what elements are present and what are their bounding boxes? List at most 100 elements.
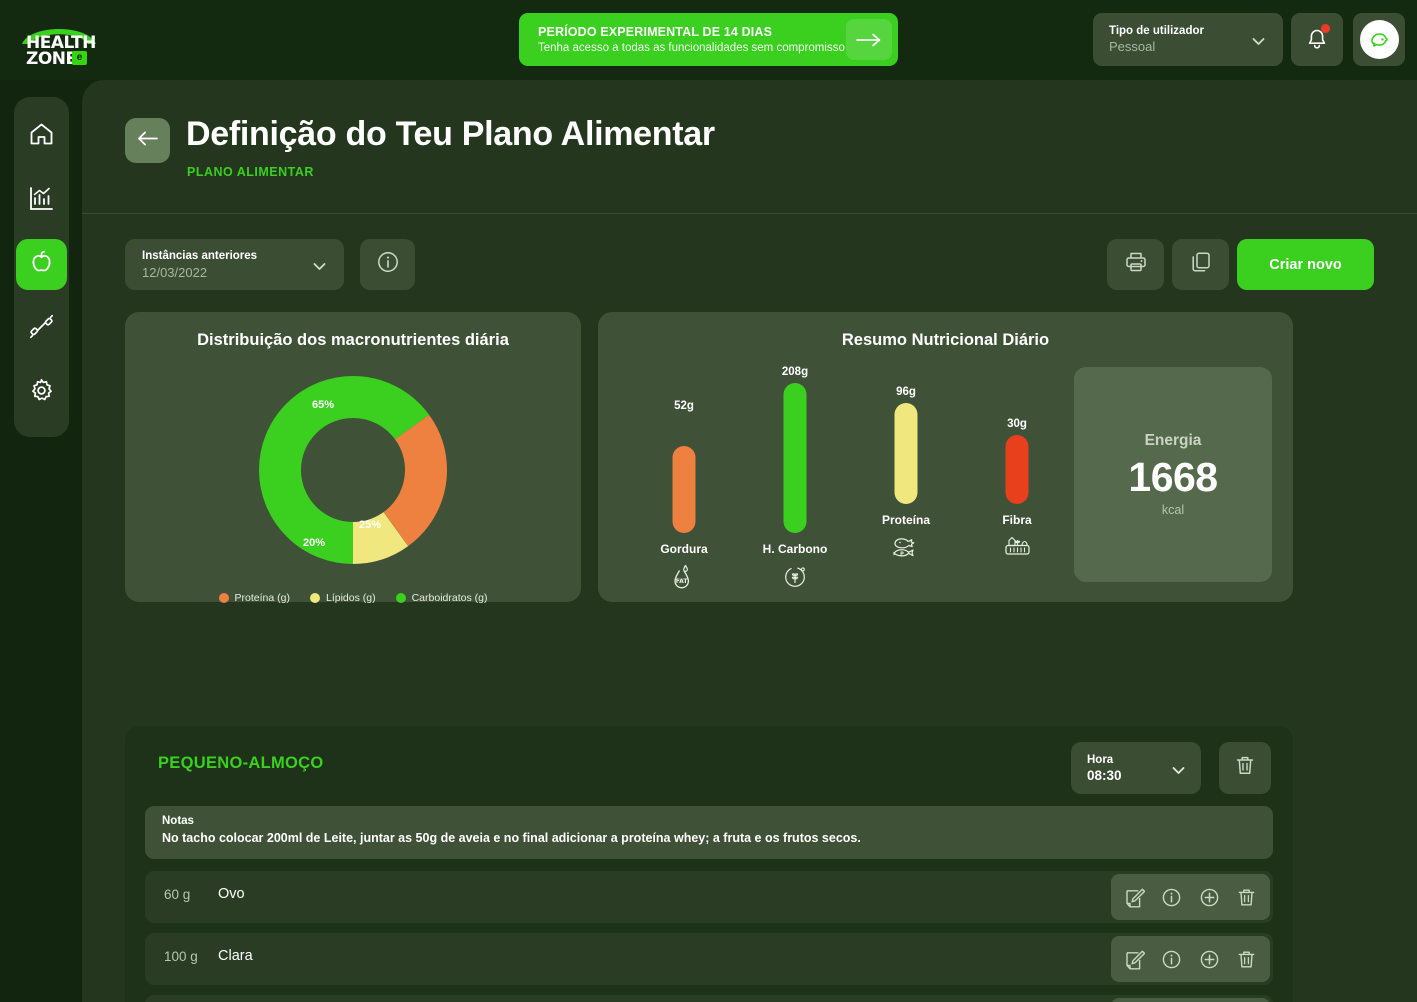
legend-item: Lípidos (g)	[309, 592, 376, 604]
fiber-vegetables-icon	[967, 534, 1067, 562]
table-row[interactable]: 60 g Ovo	[145, 871, 1273, 923]
page-title: Definição do Teu Plano Alimentar	[186, 115, 715, 153]
legend-item: Proteína (g)	[218, 592, 290, 604]
bar-value-gordura: 52g	[674, 400, 694, 412]
sidebar-item-nutrition[interactable]	[16, 239, 67, 290]
logo-text-zone: ZONE	[26, 49, 77, 69]
printer-icon	[1124, 250, 1148, 279]
donut-chart-legend: Proteína (g) Lípidos (g) Carboidratos (g…	[125, 592, 581, 604]
meal-notes[interactable]: Notas No tacho colocar 200ml de Leite, j…	[145, 806, 1273, 859]
chevron-down-icon	[313, 258, 326, 276]
food-quantity: 60 g	[164, 887, 191, 902]
sidebar-nav	[14, 97, 69, 437]
copy-button[interactable]	[1172, 239, 1229, 290]
toolbar: Instâncias anteriores 12/03/2022 Criar n…	[82, 214, 1417, 312]
svg-text:FAT: FAT	[676, 578, 689, 585]
energy-panel: Energia 1668 kcal	[1074, 367, 1272, 582]
plus-circle-icon[interactable]	[1199, 949, 1220, 970]
trash-icon	[1234, 754, 1256, 782]
donut-label-proteina: 25%	[359, 519, 382, 531]
info-circle-icon[interactable]	[1161, 949, 1182, 970]
bar-track	[856, 403, 956, 504]
legend-dot-proteina	[218, 593, 229, 603]
arrow-left-icon	[137, 131, 158, 151]
protein-meat-fish-icon: P	[856, 534, 956, 562]
summary-cards: Distribuição dos macronutrientes diária …	[82, 312, 1417, 608]
bar-value-proteina: 96g	[896, 386, 916, 398]
main-content: Definição do Teu Plano Alimentar PLANO A…	[82, 80, 1417, 1002]
trial-banner[interactable]: PERÍODO EXPERIMENTAL DE 14 DIAS Tenha ac…	[519, 13, 898, 66]
food-row-actions	[1111, 936, 1270, 982]
trial-banner-subtitle: Tenha acesso a todas as funcionalidades …	[538, 42, 845, 54]
notifications-button[interactable]	[1291, 13, 1343, 66]
delete-meal-button[interactable]	[1219, 742, 1271, 794]
meal-time-selector[interactable]: Hora 08:30	[1071, 742, 1201, 794]
gear-icon	[28, 377, 55, 409]
daily-nutrition-summary-card: Resumo Nutricional Diário 52g Gordura FA…	[598, 312, 1293, 602]
top-bar: HEALTH ZONE e PERÍODO EXPERIMENTAL DE 14…	[0, 0, 1417, 80]
print-button[interactable]	[1107, 239, 1164, 290]
bar-track	[745, 383, 845, 533]
meal-notes-text: No tacho colocar 200ml de Leite, juntar …	[162, 831, 861, 845]
sidebar-item-home[interactable]	[16, 111, 67, 162]
legend-item: Carboidratos (g)	[395, 592, 487, 604]
table-row[interactable]: 100 g Clara	[145, 933, 1273, 985]
bar-group-gordura: 52g Gordura FAT	[634, 400, 734, 591]
create-new-button[interactable]: Criar novo	[1237, 239, 1374, 290]
trial-banner-text: PERÍODO EXPERIMENTAL DE 14 DIAS Tenha ac…	[538, 25, 846, 54]
bar-chart: 52g Gordura FAT 208g H. Carbono 96g Prot…	[620, 366, 1080, 589]
user-type-selector[interactable]: Tipo de utilizador Pessoal	[1093, 13, 1283, 66]
plus-circle-icon[interactable]	[1199, 887, 1220, 908]
avatar-circle	[1359, 20, 1399, 59]
table-row[interactable]: 50 g Flocos de aveia	[145, 995, 1273, 1002]
previous-instances-selector[interactable]: Instâncias anteriores 12/03/2022	[125, 239, 344, 290]
apple-icon	[28, 249, 55, 281]
meal-title: PEQUENO-ALMOÇO	[158, 754, 324, 772]
info-circle-icon[interactable]	[1161, 887, 1182, 908]
notification-badge-dot	[1321, 24, 1330, 33]
sidebar-item-training[interactable]	[16, 303, 67, 354]
donut-label-lipidos: 20%	[303, 537, 326, 549]
sidebar-item-settings[interactable]	[16, 367, 67, 418]
bar-label-fibra: Fibra	[1002, 513, 1032, 527]
bar-fill-proteina	[894, 403, 918, 504]
food-row-actions	[1111, 998, 1270, 1002]
food-quantity: 100 g	[164, 949, 198, 964]
edit-icon[interactable]	[1124, 949, 1146, 970]
trash-icon[interactable]	[1236, 949, 1257, 970]
food-name: Clara	[218, 948, 253, 964]
donut-label-carboidratos: 65%	[312, 399, 335, 411]
bar-group-hcarbono: 208g H. Carbono	[745, 366, 845, 591]
copy-icon	[1189, 250, 1213, 279]
bar-fill-fibra	[1005, 435, 1029, 504]
home-icon	[28, 121, 55, 153]
donut-chart: 65% 25% 20%	[257, 374, 449, 566]
energy-label: Energia	[1144, 432, 1202, 449]
chevron-down-icon	[1252, 33, 1265, 51]
legend-dot-lipidos	[309, 593, 320, 603]
legend-label-proteina: Proteína (g)	[234, 592, 290, 604]
back-button[interactable]	[125, 118, 170, 163]
bar-label-hcarbono: H. Carbono	[762, 542, 828, 556]
sidebar-item-analytics[interactable]	[16, 175, 67, 226]
bar-chart-title: Resumo Nutricional Diário	[841, 331, 1050, 349]
trash-icon[interactable]	[1236, 887, 1257, 908]
bar-track	[634, 417, 734, 533]
info-button[interactable]	[360, 239, 415, 290]
app-logo[interactable]: HEALTH ZONE e	[14, 22, 134, 69]
arrow-right-icon[interactable]	[846, 19, 892, 60]
bar-label-gordura: Gordura	[660, 542, 708, 556]
bar-value-hcarbono: 208g	[781, 366, 809, 378]
info-circle-icon	[376, 250, 400, 279]
page-header: Definição do Teu Plano Alimentar PLANO A…	[82, 80, 1417, 214]
bar-group-fibra: 30g Fibra	[967, 418, 1067, 562]
meal-section-pequeno-almoco: PEQUENO-ALMOÇO Hora 08:30 Notas No tacho…	[125, 726, 1293, 1002]
edit-icon[interactable]	[1124, 887, 1146, 908]
bar-value-fibra: 30g	[1007, 418, 1027, 430]
energy-unit: kcal	[1161, 503, 1185, 517]
chevron-down-icon	[1172, 762, 1185, 780]
avatar[interactable]	[1353, 13, 1405, 66]
bar-group-proteina: 96g Proteína P	[856, 386, 956, 562]
svg-text:P: P	[900, 552, 904, 558]
bar-label-proteina: Proteína	[881, 513, 930, 527]
